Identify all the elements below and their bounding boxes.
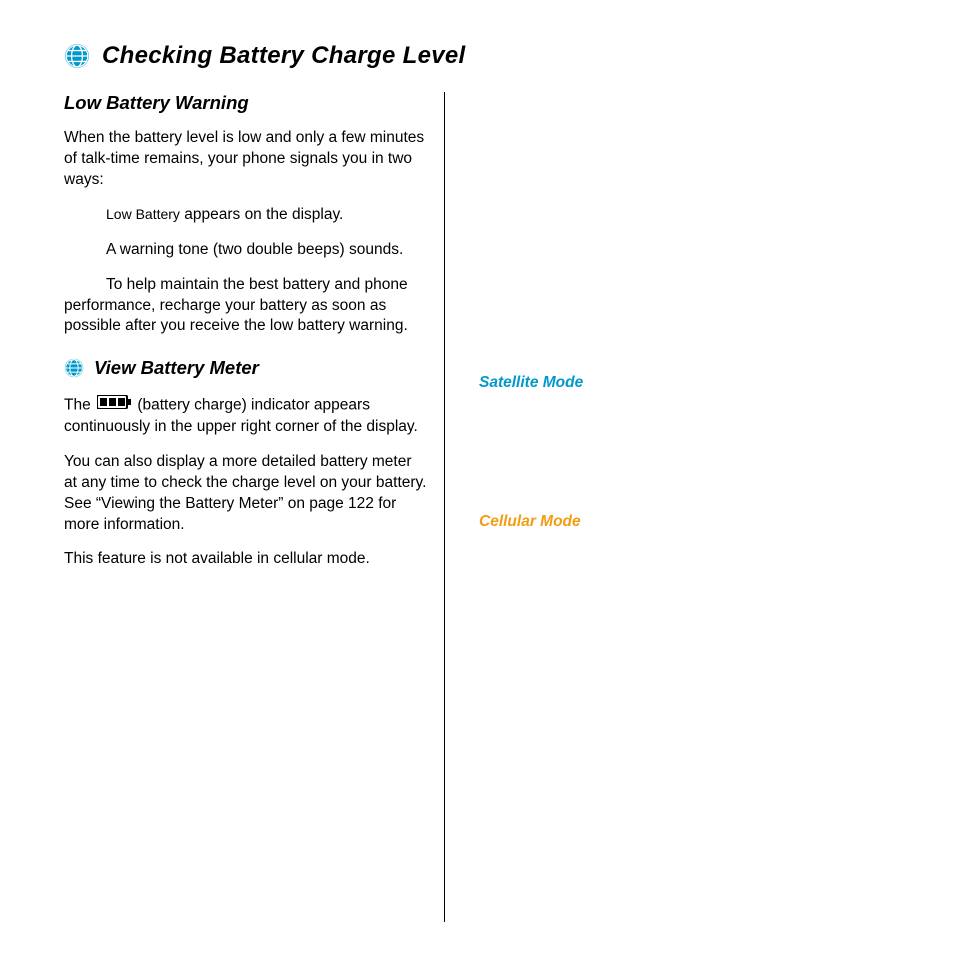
meter-p1: The (battery charge) indicator appears c… [64, 395, 428, 437]
battery-icon [97, 395, 131, 416]
low-battery-bullet-1: Low Battery appears on the display. [64, 205, 428, 226]
content-columns: Low Battery Warning When the battery lev… [64, 92, 906, 922]
bullet-1-text: appears on the display. [180, 206, 343, 223]
low-battery-advice: To help maintain the best battery and ph… [64, 275, 428, 338]
left-column: Low Battery Warning When the battery lev… [64, 92, 444, 922]
meter-p1-pre: The [64, 397, 95, 414]
meter-p2: You can also display a more detailed bat… [64, 452, 428, 536]
right-column: Satellite Mode Cellular Mode [463, 92, 906, 922]
globe-icon [64, 358, 84, 378]
low-battery-intro: When the battery level is low and only a… [64, 128, 428, 191]
satellite-mode-label: Satellite Mode [479, 374, 583, 392]
page-title: Checking Battery Charge Level [102, 42, 466, 70]
cellular-mode-label: Cellular Mode [479, 513, 581, 531]
low-battery-heading: Low Battery Warning [64, 92, 428, 114]
page-title-row: Checking Battery Charge Level [64, 42, 906, 70]
view-meter-heading-row: View Battery Meter [64, 357, 428, 379]
display-text: Low Battery [106, 206, 180, 222]
low-battery-bullet-2: A warning tone (two double beeps) sounds… [64, 240, 428, 261]
globe-icon [64, 43, 90, 69]
meter-p3: This feature is not available in cellula… [64, 549, 428, 570]
view-meter-heading: View Battery Meter [94, 357, 259, 379]
column-divider [444, 92, 445, 922]
